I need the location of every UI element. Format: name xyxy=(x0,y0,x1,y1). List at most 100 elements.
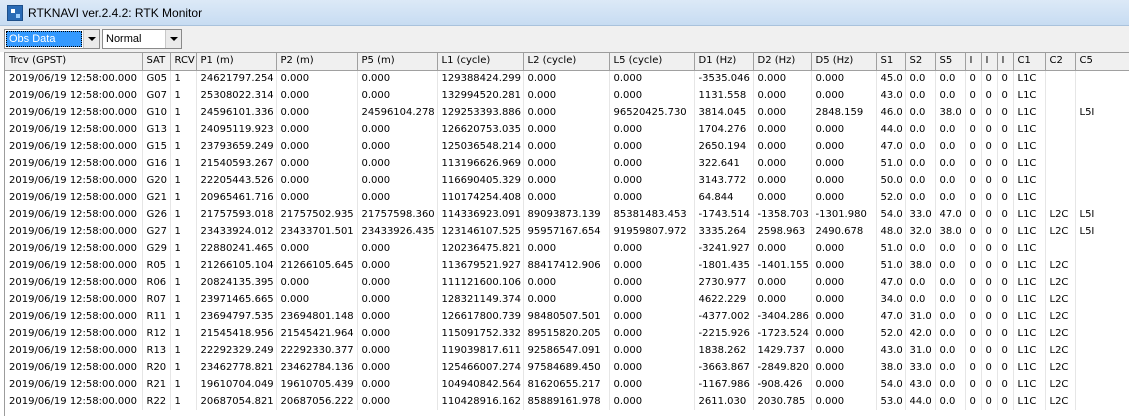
column-header[interactable]: I xyxy=(981,53,998,71)
display-mode-dropdown-button[interactable] xyxy=(165,30,181,48)
table-cell: 1429.737 xyxy=(753,342,812,359)
table-cell: 2030.785 xyxy=(753,393,812,410)
table-cell: 0 xyxy=(981,223,998,240)
table-cell: 0 xyxy=(997,291,1014,308)
table-cell: 0.0 xyxy=(935,376,966,393)
table-cell: 0.000 xyxy=(609,325,695,342)
table-cell: 23694801.148 xyxy=(276,308,358,325)
table-cell: 0.000 xyxy=(609,274,695,291)
table-cell: L2C xyxy=(1045,393,1076,410)
table-cell: 33.0 xyxy=(905,206,936,223)
table-row[interactable]: 2019/06/19 12:58:00.000 G07 1 25308022.314 0… xyxy=(5,87,1129,104)
table-cell: 48.0 xyxy=(876,223,906,240)
table-cell: L1C xyxy=(1013,189,1046,206)
monitor-type-dropdown-button[interactable] xyxy=(83,30,99,48)
table-cell: 0 xyxy=(981,189,998,206)
table-cell: 23433926.435 xyxy=(357,223,438,240)
table-row[interactable]: 2019/06/19 12:58:00.000 R20 1 23462778.821 2… xyxy=(5,359,1129,376)
column-header[interactable]: D1 (Hz) xyxy=(694,53,754,71)
table-cell: L2C xyxy=(1045,359,1076,376)
column-header[interactable]: C2 xyxy=(1045,53,1076,71)
column-header[interactable]: L5 (cycle) xyxy=(609,53,695,71)
table-cell: 98480507.501 xyxy=(523,308,610,325)
table-cell: 0.000 xyxy=(357,172,438,189)
table-cell: 0 xyxy=(965,138,982,155)
table-cell: 2650.194 xyxy=(694,138,754,155)
column-header[interactable]: SAT xyxy=(142,53,171,71)
monitor-type-select[interactable]: Obs Data xyxy=(4,29,100,49)
table-row[interactable]: 2019/06/19 12:58:00.000 R05 1 21266105.104 2… xyxy=(5,257,1129,274)
table-row[interactable]: 2019/06/19 12:58:00.000 G05 1 24621797.254 0… xyxy=(5,70,1129,87)
table-cell: 0.000 xyxy=(609,308,695,325)
table-cell: 20687056.222 xyxy=(276,393,358,410)
table-cell: 0.000 xyxy=(357,240,438,257)
column-header[interactable]: C1 xyxy=(1013,53,1046,71)
table-row[interactable]: 2019/06/19 12:58:00.000 R21 1 19610704.049 1… xyxy=(5,376,1129,393)
table-cell: 0.000 xyxy=(753,155,812,172)
column-header[interactable]: RCV xyxy=(170,53,197,71)
table-cell: 0 xyxy=(981,240,998,257)
rtknavi-app-icon xyxy=(7,4,23,21)
table-row[interactable]: 2019/06/19 12:58:00.000 G26 1 21757593.018 2… xyxy=(5,206,1129,223)
table-row[interactable]: 2019/06/19 12:58:00.000 R13 1 22292329.249 2… xyxy=(5,342,1129,359)
obs-data-grid[interactable]: Trcv (GPST) SAT RCV P1 (m) P2 (m) P5 (m) L1 (c… xyxy=(4,52,1129,416)
table-cell: 0.000 xyxy=(609,70,695,87)
table-cell xyxy=(1045,87,1076,104)
table-cell: 0 xyxy=(981,104,998,121)
table-cell: 47.0 xyxy=(876,308,906,325)
column-header[interactable]: D5 (Hz) xyxy=(811,53,877,71)
table-cell: 0.000 xyxy=(523,291,610,308)
table-row[interactable]: 2019/06/19 12:58:00.000 R11 1 23694797.535 2… xyxy=(5,308,1129,325)
table-cell: L5I xyxy=(1075,104,1129,121)
table-body: 2019/06/19 12:58:00.000 G05 1 24621797.254 0… xyxy=(5,70,1129,410)
table-cell: 0 xyxy=(981,393,998,410)
column-header[interactable]: P2 (m) xyxy=(276,53,358,71)
column-header[interactable]: S1 xyxy=(876,53,906,71)
table-row[interactable]: 2019/06/19 12:58:00.000 G16 1 21540593.267 0… xyxy=(5,155,1129,172)
table-row[interactable]: 2019/06/19 12:58:00.000 R07 1 23971465.665 0… xyxy=(5,291,1129,308)
table-cell: 51.0 xyxy=(876,257,906,274)
table-row[interactable]: 2019/06/19 12:58:00.000 G13 1 24095119.923 0… xyxy=(5,121,1129,138)
table-cell: L1C xyxy=(1013,291,1046,308)
table-cell: 1 xyxy=(170,257,197,274)
table-cell: 0 xyxy=(997,257,1014,274)
table-row[interactable]: 2019/06/19 12:58:00.000 R22 1 20687054.821 2… xyxy=(5,393,1129,410)
table-cell: 0.000 xyxy=(609,172,695,189)
column-header[interactable]: C5 xyxy=(1075,53,1129,71)
table-cell: 0 xyxy=(965,325,982,342)
display-mode-select[interactable]: Normal xyxy=(102,29,182,49)
table-row[interactable]: 2019/06/19 12:58:00.000 R12 1 21545418.956 2… xyxy=(5,325,1129,342)
table-cell: 0.000 xyxy=(357,138,438,155)
table-cell: 50.0 xyxy=(876,172,906,189)
table-cell: 0 xyxy=(965,155,982,172)
column-header[interactable]: P5 (m) xyxy=(357,53,438,71)
column-header[interactable]: L1 (cycle) xyxy=(437,53,524,71)
table-cell: L1C xyxy=(1013,325,1046,342)
table-cell: -3535.046 xyxy=(694,70,754,87)
column-header[interactable]: I xyxy=(965,53,982,71)
table-cell: L2C xyxy=(1045,291,1076,308)
table-row[interactable]: 2019/06/19 12:58:00.000 G27 1 23433924.012 2… xyxy=(5,223,1129,240)
table-cell: L2C xyxy=(1045,325,1076,342)
column-header[interactable]: S5 xyxy=(935,53,966,71)
table-row[interactable]: 2019/06/19 12:58:00.000 G29 1 22880241.465 0… xyxy=(5,240,1129,257)
column-header[interactable]: L2 (cycle) xyxy=(523,53,610,71)
column-header[interactable]: S2 xyxy=(905,53,936,71)
column-header[interactable]: I xyxy=(997,53,1014,71)
table-cell: 0.000 xyxy=(609,359,695,376)
table-row[interactable]: 2019/06/19 12:58:00.000 G20 1 22205443.526 0… xyxy=(5,172,1129,189)
table-cell: L1C xyxy=(1013,206,1046,223)
column-header[interactable]: D2 (Hz) xyxy=(753,53,812,71)
table-cell: 0.000 xyxy=(753,70,812,87)
column-header[interactable]: Trcv (GPST) xyxy=(5,53,143,71)
table-row[interactable]: 2019/06/19 12:58:00.000 G15 1 23793659.249 0… xyxy=(5,138,1129,155)
table-row[interactable]: 2019/06/19 12:58:00.000 G21 1 20965461.716 0… xyxy=(5,189,1129,206)
table-cell: 0 xyxy=(965,257,982,274)
table-cell: 0.000 xyxy=(357,376,438,393)
table-row[interactable]: 2019/06/19 12:58:00.000 R06 1 20824135.395 0… xyxy=(5,274,1129,291)
column-header[interactable]: P1 (m) xyxy=(196,53,277,71)
table-cell: 0.000 xyxy=(357,87,438,104)
table-cell: L1C xyxy=(1013,223,1046,240)
table-row[interactable]: 2019/06/19 12:58:00.000 G10 1 24596101.336 0… xyxy=(5,104,1129,121)
table-cell: 0.000 xyxy=(357,189,438,206)
